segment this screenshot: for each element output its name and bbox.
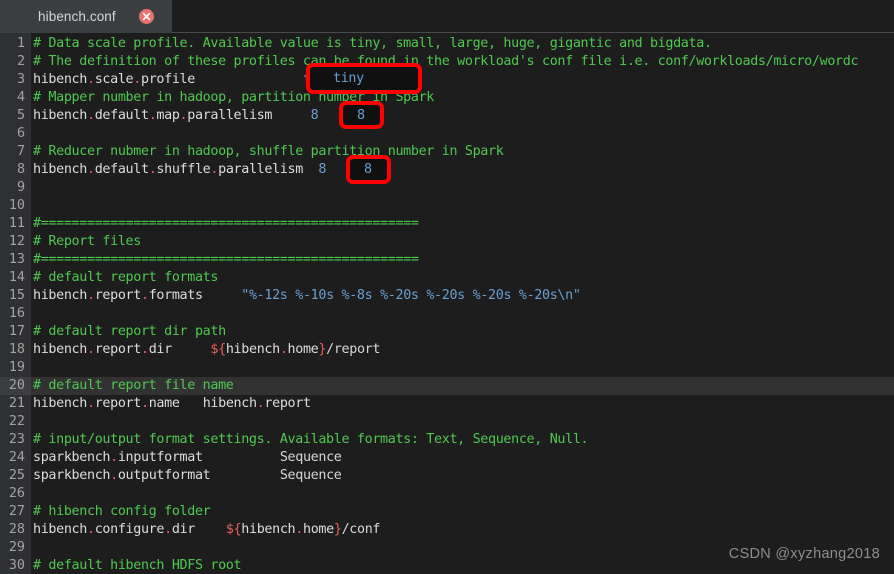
code-line[interactable]: 27 # hibench config folder (0, 503, 894, 521)
code-line-text: # hibench config folder (33, 504, 211, 519)
close-icon[interactable] (139, 9, 154, 24)
line-number: 26 (8, 486, 25, 501)
annotation-map-8: 8 (339, 101, 384, 129)
code-line-text: hibench.default.map.parallelism 8 (33, 108, 319, 123)
code-line-text: # default report formats (33, 270, 219, 285)
editor-tab-label: hibench.conf (38, 9, 116, 24)
code-line[interactable]: 17 # default report dir path (0, 323, 894, 341)
annotation-value: 8 (364, 162, 372, 177)
code-line-text: hibench.report.name hibench.report (33, 396, 311, 411)
code-line[interactable]: 28 hibench.configure.dir ${hibench.home}/… (0, 521, 894, 539)
code-line[interactable]: 2 # The definition of these profiles can … (0, 53, 894, 71)
code-line-text: # Data scale profile. Available value is… (33, 36, 712, 51)
line-number: 8 (16, 162, 25, 177)
code-line[interactable]: 8 hibench.default.shuffle.parallelism 8 (0, 161, 894, 179)
code-line[interactable]: 20 # default report file name (0, 377, 894, 395)
line-number: 11 (8, 216, 25, 231)
code-editor-window: hibench.conf 1 # Data scale profile. Avai… (0, 0, 894, 574)
code-line-text: hibench.default.shuffle.parallelism 8 (33, 162, 327, 177)
line-number: 30 (8, 558, 25, 573)
code-line[interactable]: 22 (0, 413, 894, 431)
line-number: 27 (8, 504, 25, 519)
line-number: 3 (16, 72, 25, 87)
code-line[interactable]: 12 # Report files (0, 233, 894, 251)
code-line[interactable]: 6 (0, 125, 894, 143)
code-line-text: # default report dir path (33, 324, 226, 339)
line-number: 7 (16, 144, 25, 159)
code-line[interactable]: 1 # Data scale profile. Available value i… (0, 35, 894, 53)
code-line-text: # default hibench HDFS root (33, 558, 242, 573)
code-line[interactable]: 4 # Mapper number in hadoop, partition nu… (0, 89, 894, 107)
annotation-shuffle-8: 8 (346, 155, 391, 184)
code-line-text: #=======================================… (33, 252, 419, 267)
editor-body[interactable]: 1 # Data scale profile. Available value i… (0, 33, 894, 574)
code-line[interactable]: 3 hibench.scale.profile tiny (0, 71, 894, 89)
code-line-text: #=======================================… (33, 216, 419, 231)
line-number: 29 (8, 540, 25, 555)
line-number: 10 (8, 198, 25, 213)
line-number: 24 (8, 450, 25, 465)
code-line[interactable]: 14 # default report formats (0, 269, 894, 287)
code-line-text: sparkbench.outputformat Sequence (33, 468, 342, 483)
annotation-tiny: tiny (306, 63, 422, 94)
line-number: 19 (8, 360, 25, 375)
code-line[interactable]: 16 (0, 305, 894, 323)
line-number: 18 (8, 342, 25, 357)
annotation-value: 8 (357, 107, 365, 123)
line-number: 9 (16, 180, 25, 195)
line-number: 20 (8, 378, 25, 393)
code-line[interactable]: 11 #=====================================… (0, 215, 894, 233)
line-number: 28 (8, 522, 25, 537)
code-line[interactable]: 26 (0, 485, 894, 503)
code-line[interactable]: 5 hibench.default.map.parallelism 8 (0, 107, 894, 125)
line-number: 21 (8, 396, 25, 411)
line-number: 1 (16, 36, 25, 51)
code-line-text: # The definition of these profiles can b… (33, 54, 859, 69)
line-number: 25 (8, 468, 25, 483)
code-line-text: # default report file name (33, 378, 234, 393)
code-lines[interactable]: 1 # Data scale profile. Available value i… (0, 35, 894, 574)
line-number: 17 (8, 324, 25, 339)
line-number: 4 (16, 90, 25, 105)
code-line[interactable]: 15 hibench.report.formats "%-12s %-10s %-… (0, 287, 894, 305)
line-number: 2 (16, 54, 25, 69)
line-number: 12 (8, 234, 25, 249)
code-line[interactable]: 19 (0, 359, 894, 377)
code-line[interactable]: 9 (0, 179, 894, 197)
code-line-text: hibench.configure.dir ${hibench.home}/co… (33, 522, 381, 537)
line-number: 16 (8, 306, 25, 321)
code-line-text: hibench.scale.profile tiny (33, 72, 334, 87)
code-line[interactable]: 21 hibench.report.name hibench.report (0, 395, 894, 413)
code-line-text: # input/output format settings. Availabl… (33, 432, 589, 447)
editor-tab-hibench-conf[interactable]: hibench.conf (0, 0, 172, 33)
code-line-text: hibench.report.dir ${hibench.home}/repor… (33, 342, 381, 357)
code-line-text: hibench.report.formats "%-12s %-10s %-8s… (33, 288, 581, 303)
code-line-text: # Reducer nubmer in hadoop, shuffle part… (33, 144, 504, 159)
editor-tab-bar: hibench.conf (0, 0, 894, 33)
line-number: 5 (16, 108, 25, 123)
code-line[interactable]: 13 #=====================================… (0, 251, 894, 269)
line-number: 22 (8, 414, 25, 429)
annotation-value: tiny (333, 71, 364, 86)
code-line[interactable]: 25 sparkbench.outputformat Sequence (0, 467, 894, 485)
code-line[interactable]: 24 sparkbench.inputformat Sequence (0, 449, 894, 467)
line-number: 6 (16, 126, 25, 141)
watermark: CSDN @xyzhang2018 (728, 546, 880, 562)
code-line[interactable]: 18 hibench.report.dir ${hibench.home}/rep… (0, 341, 894, 359)
line-number: 14 (8, 270, 25, 285)
code-line[interactable]: 23 # input/output format settings. Availa… (0, 431, 894, 449)
code-line[interactable]: 7 # Reducer nubmer in hadoop, shuffle par… (0, 143, 894, 161)
line-number: 23 (8, 432, 25, 447)
line-number: 13 (8, 252, 25, 267)
line-number: 15 (8, 288, 25, 303)
code-line-text: # Report files (33, 234, 141, 249)
code-line[interactable]: 10 (0, 197, 894, 215)
code-line-text: sparkbench.inputformat Sequence (33, 450, 342, 465)
